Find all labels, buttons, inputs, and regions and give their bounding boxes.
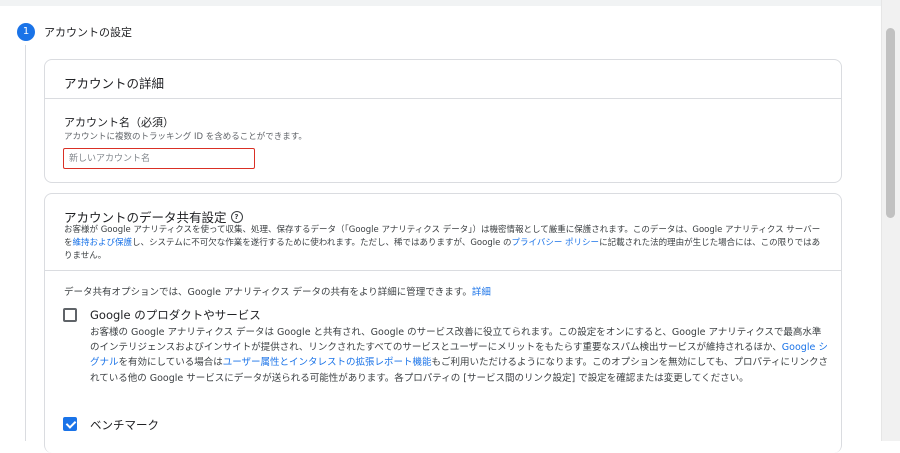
card-divider	[45, 270, 841, 271]
account-details-card: アカウントの詳細 アカウント名（必須） アカウントに複数のトラッキング ID を…	[44, 59, 842, 183]
account-name-help: アカウントに複数のトラッキング ID を含めることができます。	[64, 132, 307, 142]
desc-text: し、システムに不可欠な作業を遂行するために使われます。ただし、稀ではありますが、…	[132, 238, 512, 248]
desc-text: を有効にしている場合は	[118, 357, 223, 369]
step-number-badge: 1	[17, 23, 35, 41]
learn-more-link[interactable]: 詳細	[472, 287, 491, 298]
step-title: アカウントの設定	[44, 26, 132, 39]
demographics-reports-link[interactable]: ユーザー属性とインタレストの拡張レポート機能	[223, 357, 432, 368]
help-icon[interactable]: ?	[230, 210, 243, 223]
options-intro: データ共有オプションでは、Google アナリティクス データの共有をより詳細に…	[64, 284, 491, 298]
top-bar	[0, 0, 882, 6]
benchmark-checkbox[interactable]	[63, 417, 77, 431]
account-name-input[interactable]	[63, 148, 255, 169]
scrollbar-thumb[interactable]	[886, 28, 895, 218]
desc-text: お客様の Google アナリティクス データは Google と共有され、Go…	[90, 327, 822, 354]
step-connector-line	[25, 45, 26, 441]
google-products-description: お客様の Google アナリティクス データは Google と共有され、Go…	[90, 325, 830, 386]
account-name-label: アカウント名（必須）	[64, 116, 174, 129]
account-details-title: アカウントの詳細	[64, 76, 165, 91]
google-products-title: Google のプロダクトやサービス	[90, 308, 261, 322]
maintain-protect-link[interactable]: 維持および保護	[73, 238, 133, 248]
options-intro-text: データ共有オプションでは、Google アナリティクス データの共有をより詳細に…	[64, 287, 472, 298]
benchmark-title: ベンチマーク	[90, 418, 159, 432]
data-sharing-card: アカウントのデータ共有設定 ? お客様が Google アナリティクスを使って収…	[44, 193, 842, 453]
google-products-checkbox[interactable]	[63, 308, 77, 322]
card-divider	[45, 98, 841, 99]
data-sharing-description: お客様が Google アナリティクスを使って収集、処理、保存するデータ（「Go…	[64, 224, 824, 263]
privacy-policy-link[interactable]: プライバシー ポリシー	[512, 238, 600, 248]
scrollbar-track[interactable]	[881, 0, 900, 441]
